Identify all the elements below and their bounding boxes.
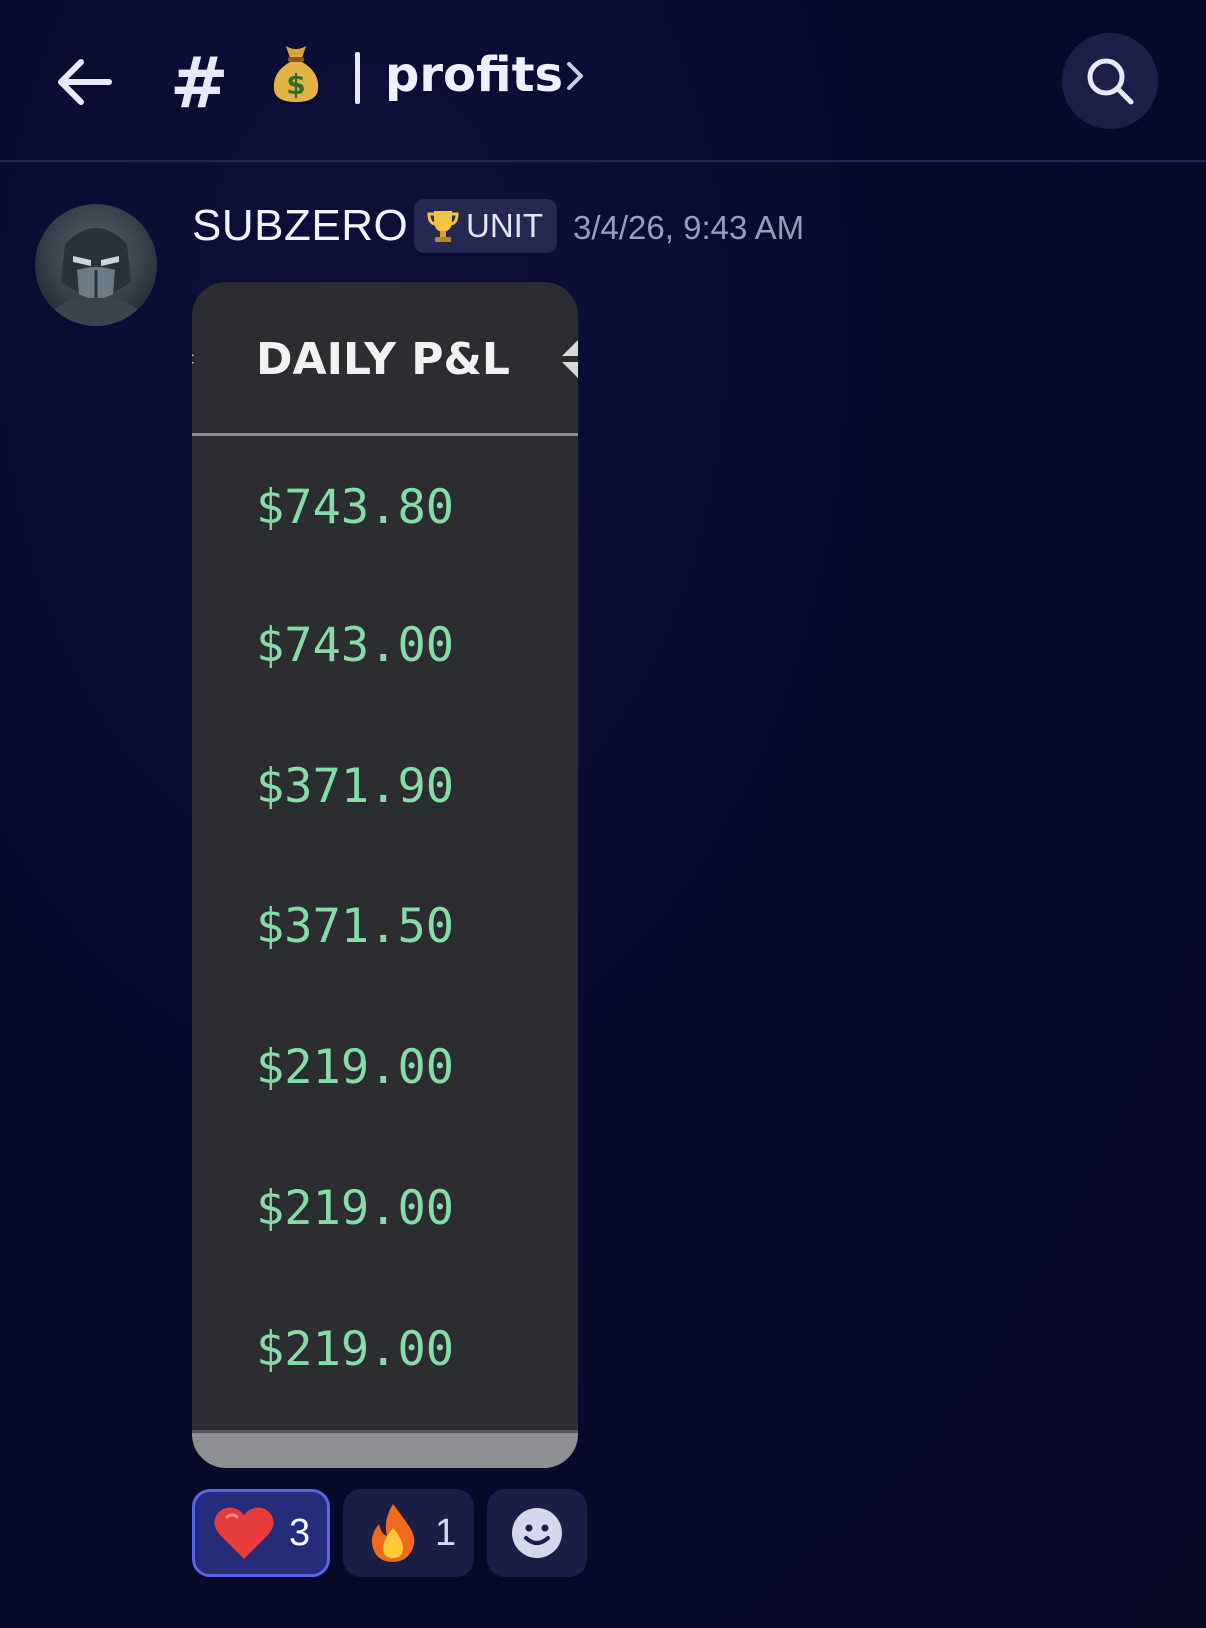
pnl-table-header: DAILY P&L	[192, 282, 578, 436]
channel-name-separator	[355, 52, 360, 104]
message-timestamp: 3/4/26, 9:43 AM	[573, 209, 805, 246]
role-label: UNIT	[466, 207, 543, 244]
channel-name[interactable]: profits	[385, 40, 563, 110]
reaction-count: 3	[289, 1511, 311, 1554]
chevron-right-icon[interactable]	[563, 58, 587, 94]
pnl-table-footer	[192, 1430, 578, 1468]
search-button[interactable]	[1062, 33, 1158, 129]
pnl-row: $743.80	[256, 480, 455, 535]
pnl-row: $219.00	[256, 1322, 455, 1377]
sort-icon	[562, 340, 578, 378]
add-reaction-button[interactable]	[487, 1489, 587, 1577]
pnl-column-title: DAILY P&L	[256, 334, 510, 385]
pnl-row: $743.00	[256, 618, 455, 673]
pnl-row: $219.00	[256, 1040, 455, 1095]
heart-icon	[214, 1507, 274, 1559]
pnl-row: $371.90	[256, 759, 455, 814]
add-reaction-icon	[512, 1508, 562, 1558]
pnl-row: $371.50	[256, 899, 455, 954]
role-badge[interactable]: UNIT	[414, 199, 557, 253]
sort-icon	[192, 354, 194, 364]
svg-text:$: $	[286, 68, 305, 101]
reaction-heart[interactable]: 3	[192, 1489, 330, 1577]
fire-icon	[371, 1504, 415, 1562]
back-button[interactable]	[52, 50, 116, 114]
arrow-left-icon	[58, 59, 112, 105]
hash-icon: #	[170, 42, 229, 124]
reaction-fire[interactable]: 1	[343, 1489, 474, 1577]
channel-header: # $ profits	[0, 0, 1206, 162]
message-author[interactable]: SUBZERO	[192, 198, 408, 254]
avatar[interactable]	[35, 204, 157, 326]
money-bag-icon: $	[273, 46, 319, 102]
reaction-count: 1	[435, 1511, 457, 1554]
pnl-row: $219.00	[256, 1181, 455, 1236]
image-attachment[interactable]: DAILY P&L $743.80 $743.00 $371.90 $371.5…	[192, 282, 578, 1468]
trophy-icon	[427, 211, 459, 242]
search-icon	[1087, 58, 1134, 105]
